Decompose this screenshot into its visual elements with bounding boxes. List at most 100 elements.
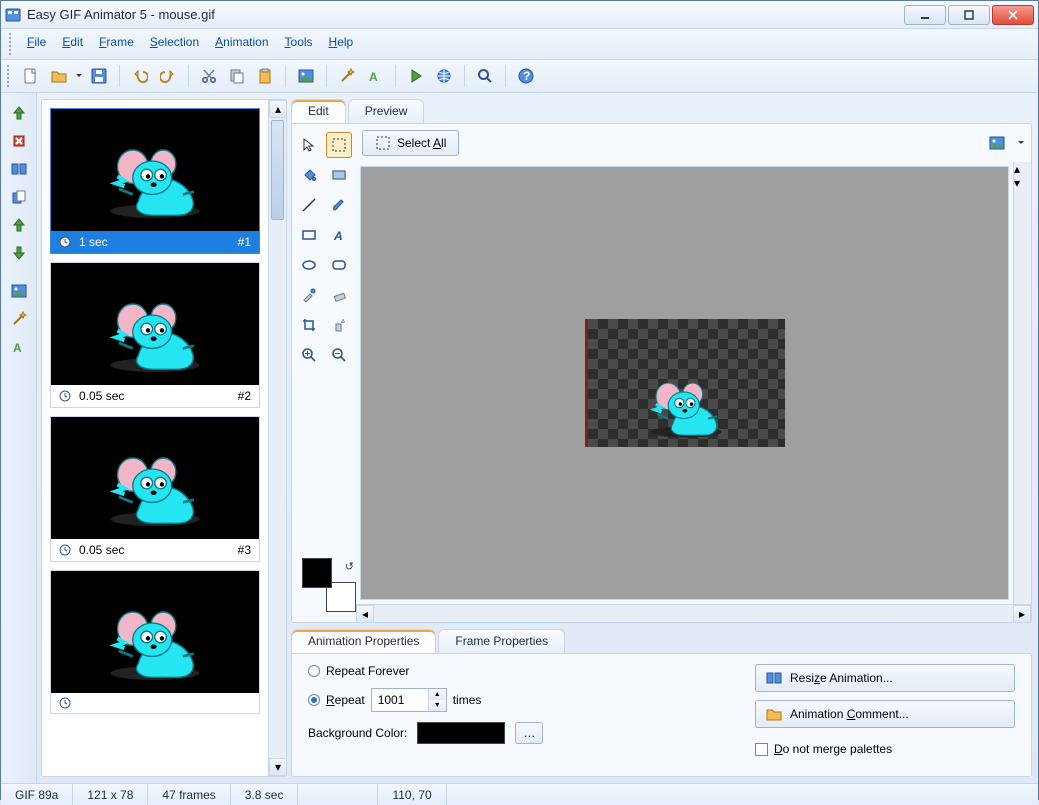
- frame-thumb[interactable]: 0.05 sec #3: [50, 416, 260, 562]
- scroll-thumb[interactable]: [271, 120, 284, 220]
- new-button[interactable]: [19, 64, 43, 88]
- frame-thumb[interactable]: [50, 570, 260, 714]
- zoom-out-tool[interactable]: [326, 342, 352, 368]
- spin-down-icon[interactable]: ▼: [428, 700, 446, 711]
- repeat-count-spinner[interactable]: ▲ ▼: [371, 688, 447, 712]
- frame-content-image: [631, 363, 741, 443]
- marquee-select-tool[interactable]: [326, 132, 352, 158]
- paste-button[interactable]: [253, 64, 277, 88]
- eyedropper-icon: [301, 287, 317, 303]
- close-button[interactable]: [992, 5, 1034, 25]
- menu-animation[interactable]: Animation: [209, 33, 274, 55]
- open-dropdown[interactable]: [75, 74, 83, 78]
- scroll-down-icon[interactable]: ▾: [1014, 176, 1031, 190]
- play-button[interactable]: [404, 64, 428, 88]
- open-button[interactable]: [47, 64, 71, 88]
- maximize-button[interactable]: [948, 5, 990, 25]
- tab-edit[interactable]: Edit: [291, 99, 346, 123]
- menu-edit[interactable]: Edit: [56, 33, 89, 55]
- rounded-rect-tool[interactable]: [326, 252, 352, 278]
- spin-up-icon[interactable]: ▲: [428, 689, 446, 700]
- canvas-options-dropdown[interactable]: [1017, 141, 1025, 145]
- bgcolor-browse-button[interactable]: …: [515, 722, 543, 744]
- canvas-options-button[interactable]: [985, 131, 1009, 155]
- scroll-track[interactable]: [269, 222, 286, 758]
- repeat-count-input[interactable]: [372, 689, 428, 711]
- frame-thumb[interactable]: 0.05 sec #2: [50, 262, 260, 408]
- canvas-viewport[interactable]: [360, 166, 1009, 600]
- scroll-down-icon[interactable]: ▾: [269, 758, 287, 776]
- repeat-forever-radio[interactable]: Repeat Forever: [308, 664, 731, 678]
- scroll-up-icon[interactable]: ▴: [1014, 162, 1031, 176]
- move-frame-down-button[interactable]: [7, 241, 31, 265]
- redo-button[interactable]: [156, 64, 180, 88]
- resize-animation-button[interactable]: Resize Animation...: [755, 664, 1015, 692]
- bgcolor-swatch[interactable]: [417, 722, 505, 744]
- zoom-button[interactable]: [473, 64, 497, 88]
- tab-frame-properties[interactable]: Frame Properties: [438, 629, 565, 653]
- undo-button[interactable]: [128, 64, 152, 88]
- image-tool-button[interactable]: [294, 64, 318, 88]
- repeat-n-radio[interactable]: Repeat: [308, 693, 365, 707]
- text-tool-button[interactable]: [363, 64, 387, 88]
- help-button[interactable]: [514, 64, 538, 88]
- gradient-tool[interactable]: [326, 162, 352, 188]
- menu-help[interactable]: Help: [323, 33, 360, 55]
- export-web-button[interactable]: [432, 64, 456, 88]
- crop-tool[interactable]: [296, 312, 322, 338]
- canvas-hscrollbar[interactable]: ◂ ▸: [356, 604, 1031, 622]
- menu-file[interactable]: File: [21, 33, 52, 55]
- separator: [326, 65, 327, 87]
- frame-thumb[interactable]: 1 sec #1: [50, 108, 260, 254]
- color-swatches[interactable]: ↺: [302, 558, 356, 612]
- duplicate-frame-button[interactable]: [7, 185, 31, 209]
- pointer-tool[interactable]: [296, 132, 322, 158]
- move-frame-up-button[interactable]: [7, 213, 31, 237]
- canvas[interactable]: [585, 319, 785, 447]
- animation-comment-button[interactable]: Animation Comment...: [755, 700, 1015, 728]
- menu-selection[interactable]: Selection: [144, 33, 205, 55]
- menubar-grip: [9, 33, 15, 55]
- fill-bucket-tool[interactable]: [296, 162, 322, 188]
- frame-thumb-footer: 1 sec #1: [51, 231, 259, 253]
- zoom-in-tool[interactable]: [296, 342, 322, 368]
- menu-frame[interactable]: Frame: [93, 33, 140, 55]
- scroll-left-icon[interactable]: ◂: [356, 605, 374, 623]
- rectangle-tool[interactable]: [296, 222, 322, 248]
- frames-scrollbar[interactable]: ▴ ▾: [268, 100, 286, 776]
- frames-list: 1 sec #1 0.05 sec #2 0.05 sec #3: [42, 100, 268, 776]
- brush-tool[interactable]: [326, 192, 352, 218]
- edit-preview-group: Edit Preview ↺ Select All: [291, 99, 1032, 623]
- menu-tools[interactable]: Tools: [279, 33, 319, 55]
- save-button[interactable]: [87, 64, 111, 88]
- scroll-right-icon[interactable]: ▸: [1013, 605, 1031, 623]
- scroll-track[interactable]: [374, 605, 1013, 622]
- select-all-frames-button[interactable]: [7, 157, 31, 181]
- line-tool[interactable]: [296, 192, 322, 218]
- frame-wand-button[interactable]: [7, 307, 31, 331]
- swap-colors-icon[interactable]: ↺: [345, 560, 354, 573]
- minimize-button[interactable]: [904, 5, 946, 25]
- tab-preview[interactable]: Preview: [348, 99, 425, 123]
- select-all-button[interactable]: Select All: [362, 130, 459, 156]
- eraser-tool[interactable]: [326, 282, 352, 308]
- crop-icon: [301, 317, 317, 333]
- edit-frame-image-button[interactable]: [7, 279, 31, 303]
- ellipse-tool[interactable]: [296, 252, 322, 278]
- canvas-vscrollbar[interactable]: ▴ ▾: [1013, 162, 1031, 604]
- frame-text-effect-button[interactable]: [7, 335, 31, 359]
- copy-button[interactable]: [225, 64, 249, 88]
- fg-color-swatch[interactable]: [302, 558, 332, 588]
- frame-thumb-image: [51, 417, 259, 539]
- delete-frame-button[interactable]: [7, 129, 31, 153]
- eyedropper-tool[interactable]: [296, 282, 322, 308]
- checkbox-icon: [755, 743, 768, 756]
- tab-animation-properties[interactable]: Animation Properties: [291, 629, 436, 653]
- text-italic-tool[interactable]: [326, 222, 352, 248]
- scroll-up-icon[interactable]: ▴: [269, 100, 287, 118]
- cut-button[interactable]: [197, 64, 221, 88]
- wand-button[interactable]: [335, 64, 359, 88]
- no-merge-palettes-checkbox[interactable]: Do not merge palettes: [755, 742, 1015, 756]
- spray-tool[interactable]: [326, 312, 352, 338]
- insert-frame-button[interactable]: [7, 101, 31, 125]
